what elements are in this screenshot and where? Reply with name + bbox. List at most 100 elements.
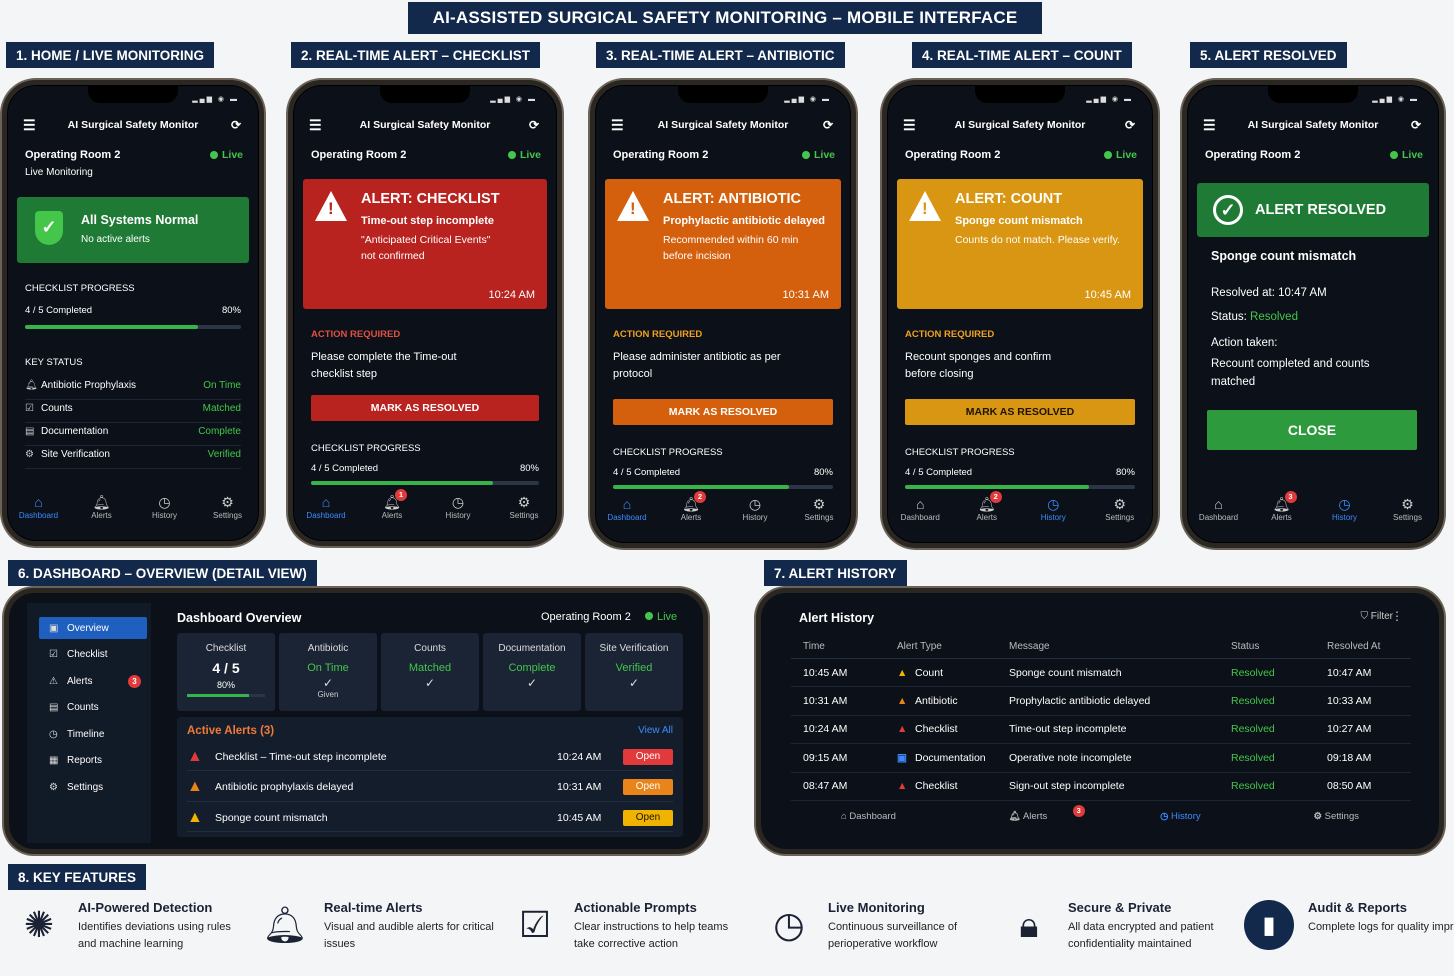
check-icon: ✓: [424, 676, 436, 690]
nav-history[interactable]: ◷ History: [1160, 811, 1201, 831]
nav-settings[interactable]: ⚙ Settings: [794, 495, 844, 529]
check-icon: ✓: [628, 676, 640, 690]
action-taken-text: Recount completed and counts matched: [1211, 358, 1370, 389]
card-label: Documentation: [498, 643, 566, 654]
sidebar-item-alerts[interactable]: ⚠ Alerts 3: [39, 670, 147, 692]
status-badge[interactable]: Open: [623, 779, 673, 795]
bottom-nav: ⌂ Dashboard 🔔︎ Alerts 1 ◷ History ⚙ Settings: [293, 489, 557, 527]
refresh-icon[interactable]: ⟳: [1125, 118, 1135, 132]
checklist-progress-bar: [905, 485, 1135, 489]
more-icon[interactable]: ⋮: [1391, 609, 1403, 623]
live-indicator: Live: [1390, 149, 1423, 161]
menu-icon[interactable]: ☰: [23, 117, 36, 134]
nav-dashboard[interactable]: ⌂ Dashboard: [602, 495, 652, 529]
document-icon: ▣: [897, 751, 907, 764]
nav-history[interactable]: ◷ History: [140, 493, 190, 527]
nav-alerts[interactable]: 🔔︎ Alerts 3: [1257, 491, 1307, 529]
menu-icon[interactable]: ☰: [611, 117, 624, 134]
table-row[interactable]: 10:31 AM ▲ Antibiotic Prophylactic antibi…: [791, 687, 1411, 716]
section-label-features: 8. KEY FEATURES: [8, 864, 147, 890]
alert-headline: Sponge count mismatch: [955, 215, 1083, 227]
sidebar-item-timeline[interactable]: ◷ Timeline: [39, 723, 147, 745]
nav-alerts[interactable]: 🔔︎ Alerts 1: [367, 489, 417, 527]
sidebar-item-label: Reports: [67, 755, 103, 766]
history-icon: ◷: [1047, 496, 1060, 512]
nav-history[interactable]: ◷ History: [730, 495, 780, 529]
section-label-checklist: 2. REAL-TIME ALERT – CHECKLIST: [291, 42, 541, 68]
key-status-label: Antibiotic Prophylaxis: [41, 380, 137, 391]
checklist-progress-pct: 80%: [813, 467, 833, 478]
active-alert-row[interactable]: ▲ Sponge count mismatch 10:45 AM Open: [187, 804, 673, 832]
close-button[interactable]: CLOSE: [1207, 410, 1417, 450]
sidebar-item-counts[interactable]: ▤ Counts: [39, 697, 147, 719]
key-status-row: ☑ Counts Matched: [25, 403, 241, 423]
sidebar-item-checklist[interactable]: ☑ Checklist: [39, 644, 147, 666]
checklist-progress-text: 4 / 5 Completed: [613, 467, 681, 478]
feature-item: ☑ Actionable Prompts Clear instructions t…: [510, 900, 744, 953]
row-time: 08:47 AM: [803, 780, 848, 793]
active-alert-row[interactable]: ▲ Checklist – Time-out step incomplete 1…: [187, 743, 673, 771]
bell-icon: 🔔︎: [25, 380, 38, 391]
feature-title: Audit & Reports: [1308, 900, 1407, 915]
resolved-at-label: Resolved at:: [1211, 287, 1275, 299]
table-row[interactable]: 08:47 AM ▲ Checklist Sign-out step incomp…: [791, 773, 1411, 801]
nav-dashboard[interactable]: ⌂ Dashboard: [14, 493, 64, 527]
mark-as-resolved-button[interactable]: MARK AS RESOLVED: [613, 399, 833, 425]
table-row[interactable]: 10:45 AM ▲ Count Sponge count mismatch Re…: [791, 659, 1411, 688]
feature-item: 🔒︎ Secure & Private All data encrypted an…: [1004, 900, 1218, 953]
row-message: Time-out step incomplete: [1009, 723, 1127, 736]
summary-card[interactable]: Antibiotic On Time ✓ Given: [279, 633, 377, 711]
sidebar-item-reports[interactable]: ▦ Reports: [39, 750, 147, 772]
checklist-progress-text: 4 / 5 Completed: [311, 463, 379, 474]
card-value: Matched: [408, 662, 452, 674]
action-required-label: ACTION REQUIRED: [311, 329, 401, 340]
nav-alerts[interactable]: 🔔︎ Alerts 3: [1009, 805, 1085, 831]
table-row[interactable]: 09:15 AM ▣ Documentation Operative note i…: [791, 744, 1411, 773]
menu-icon[interactable]: ☰: [903, 117, 916, 134]
menu-icon[interactable]: ☰: [1203, 117, 1216, 134]
nav-settings[interactable]: ⚙ Settings: [1095, 495, 1145, 529]
app-title: AI Surgical Safety Monitor: [359, 119, 491, 131]
warning-icon: ▲: [187, 808, 203, 826]
section-label-resolved: 5. ALERT RESOLVED: [1190, 42, 1347, 68]
refresh-icon[interactable]: ⟳: [529, 118, 539, 132]
table-row[interactable]: 10:24 AM ▲ Checklist Time-out step incomp…: [791, 716, 1411, 745]
sidebar-item-settings[interactable]: ⚙ Settings: [39, 776, 147, 798]
view-all-link[interactable]: View All: [638, 725, 673, 736]
key-status-value: Complete: [198, 426, 241, 437]
refresh-icon[interactable]: ⟳: [1411, 118, 1421, 132]
nav-settings[interactable]: ⚙ Settings: [1313, 811, 1359, 831]
nav-history[interactable]: ◷ History: [1028, 495, 1078, 529]
nav-dashboard[interactable]: ⌂ Dashboard: [841, 811, 896, 831]
nav-dashboard[interactable]: ⌂ Dashboard: [895, 495, 945, 529]
filter-button[interactable]: ⛉ Filter: [1360, 611, 1393, 622]
nav-settings[interactable]: ⚙ Settings: [203, 493, 253, 527]
nav-alerts[interactable]: 🔔︎ Alerts 2: [666, 491, 716, 529]
mark-as-resolved-button[interactable]: MARK AS RESOLVED: [905, 399, 1135, 425]
section-label-antibiotic: 3. REAL-TIME ALERT – ANTIBIOTIC: [596, 42, 845, 68]
nav-settings[interactable]: ⚙ Settings: [499, 493, 549, 527]
active-alert-row[interactable]: ▲ Antibiotic prophylaxis delayed 10:31 A…: [187, 774, 673, 802]
summary-card[interactable]: Counts Matched ✓: [381, 633, 479, 711]
nav-alerts[interactable]: 🔔︎ Alerts 2: [962, 491, 1012, 529]
nav-dashboard[interactable]: ⌂ Dashboard: [301, 493, 351, 527]
menu-icon[interactable]: ☰: [309, 117, 322, 134]
nav-history[interactable]: ◷ History: [433, 493, 483, 527]
summary-card[interactable]: Site Verification Verified ✓: [585, 633, 683, 711]
sidebar-item-overview[interactable]: ▣ Overview: [39, 617, 147, 639]
nav-history[interactable]: ◷ History: [1320, 495, 1370, 529]
nav-dashboard[interactable]: ⌂ Dashboard: [1194, 495, 1244, 529]
status-badge[interactable]: Open: [623, 809, 673, 826]
status-value: Resolved: [1250, 311, 1298, 323]
status-badge[interactable]: Open: [623, 748, 673, 765]
feature-text: Visual and audible alerts for critical i…: [324, 921, 494, 951]
bell-icon: 🔔︎: [262, 904, 308, 945]
summary-card[interactable]: Checklist 4 / 5 80%: [177, 633, 275, 711]
action-required-label: ACTION REQUIRED: [613, 329, 703, 340]
summary-card[interactable]: Documentation Complete ✓: [483, 633, 581, 711]
nav-settings[interactable]: ⚙ Settings: [1383, 495, 1433, 529]
refresh-icon[interactable]: ⟳: [823, 118, 833, 132]
refresh-icon[interactable]: ⟳: [231, 118, 241, 132]
nav-alerts[interactable]: 🔔︎ Alerts: [77, 493, 127, 527]
mark-as-resolved-button[interactable]: MARK AS RESOLVED: [311, 395, 539, 421]
